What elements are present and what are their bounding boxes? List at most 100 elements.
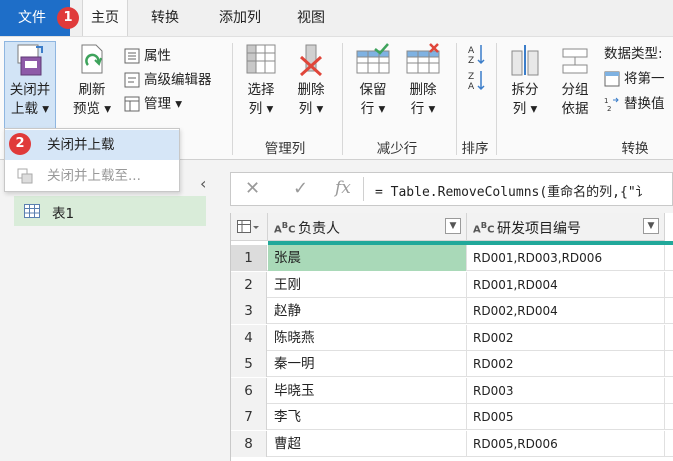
keep-rows-button[interactable]: 保留 行 ▾	[350, 43, 396, 119]
refresh-label-2: 预览 ▾	[72, 101, 112, 117]
group-label-sort: 排序	[461, 141, 489, 157]
row-number[interactable]: 2	[231, 271, 267, 298]
commit-formula-icon[interactable]: ✓	[293, 178, 308, 199]
manage-button[interactable]: 管理 ▾	[124, 93, 182, 115]
collapse-pane-icon[interactable]: ‹	[200, 174, 206, 193]
replace-values-label: 替换值	[624, 96, 665, 112]
text-type-icon: ABC	[274, 220, 296, 236]
menu-close-load-label: 关闭并上载	[47, 137, 115, 153]
cell-owner[interactable]: 王刚	[268, 271, 467, 298]
cell-project-code[interactable]: RD001,RD003,RD006	[467, 245, 665, 271]
column-header-owner[interactable]: ABC 负责人 ▼	[268, 213, 467, 241]
group-by-icon	[562, 48, 588, 74]
cell-owner[interactable]: 张晨	[268, 245, 467, 271]
cell-owner[interactable]: 李飞	[268, 404, 467, 430]
table-row[interactable]: 5 秦一明 RD002	[231, 351, 673, 377]
svg-text:A: A	[468, 82, 475, 91]
use-first-row-button[interactable]: 将第一	[604, 68, 665, 90]
data-type-dropdown[interactable]: 数据类型:	[604, 43, 663, 65]
table-row[interactable]: 4 陈晓燕 RD002	[231, 324, 673, 351]
table-menu-icon	[237, 220, 259, 233]
row-number[interactable]: 3	[231, 298, 267, 324]
tab-add-column[interactable]: 添加列	[208, 0, 272, 36]
split-column-icon	[511, 45, 539, 76]
table-row[interactable]: 6 毕晓玉 RD003	[231, 377, 673, 404]
table-row[interactable]: 3 赵静 RD002,RD004	[231, 298, 673, 324]
table-row[interactable]: 7 李飞 RD005	[231, 404, 673, 430]
cell-owner[interactable]: 赵静	[268, 298, 467, 324]
filter-dropdown-icon[interactable]: ▼	[445, 218, 461, 234]
tab-view[interactable]: 视图	[288, 0, 334, 36]
column-header-project-code[interactable]: ABC 研发项目编号 ▼	[467, 213, 665, 241]
remove-columns-button[interactable]: 删除 列 ▾	[288, 43, 334, 119]
remove-columns-icon	[299, 44, 323, 77]
cell-project-code[interactable]: RD005	[467, 404, 665, 430]
cell-project-code[interactable]: RD002,RD004	[467, 298, 665, 324]
sort-buttons[interactable]: A Z Z A	[464, 43, 490, 91]
formula-input[interactable]: = Table.RemoveColumns(重命名的列,{"讠	[375, 181, 649, 200]
advanced-editor-label: 高级编辑器	[144, 72, 212, 88]
cancel-formula-icon[interactable]: ✕	[245, 178, 260, 199]
remove-rows-icon	[406, 43, 440, 74]
svg-text:A: A	[468, 46, 475, 56]
close-load-label-1: 关闭并	[9, 82, 51, 98]
column-header-project-code-label: 研发项目编号	[497, 221, 581, 237]
replace-values-button[interactable]: 1 2 替换值	[604, 93, 665, 115]
choose-columns-button[interactable]: 选择 列 ▾	[238, 43, 284, 119]
cell-owner[interactable]: 秦一明	[268, 351, 467, 377]
ribbon-separator	[232, 43, 233, 155]
table-row[interactable]: 8 曹超 RD005,RD006	[231, 430, 673, 457]
query-item-table1[interactable]: 表1	[14, 196, 206, 226]
text-type-icon: ABC	[473, 220, 495, 236]
row-number[interactable]: 1	[231, 245, 267, 271]
ribbon-tab-bar: 文件 1 主页 转换 添加列 视图	[0, 0, 673, 36]
first-row-icon	[604, 71, 620, 87]
table-row[interactable]: 2 王刚 RD001,RD004	[231, 271, 673, 298]
queries-pane: ‹ 表1	[0, 160, 222, 461]
close-and-load-menu: 关闭并上载 2 关闭并上载至...	[4, 128, 180, 192]
choose-columns-icon	[246, 44, 276, 74]
row-number[interactable]: 8	[231, 430, 267, 457]
filter-dropdown-icon[interactable]: ▼	[643, 218, 659, 234]
remove-rows-label-1: 删除	[409, 82, 437, 98]
split-column-button[interactable]: 拆分 列 ▾	[502, 43, 548, 119]
properties-icon	[124, 48, 140, 64]
group-by-button[interactable]: 分组 依据	[552, 43, 598, 119]
remove-rows-button[interactable]: 删除 行 ▾	[400, 43, 446, 119]
row-number[interactable]: 7	[231, 404, 267, 430]
refresh-label-1: 刷新	[78, 82, 106, 98]
cell-project-code[interactable]: RD003	[467, 377, 665, 404]
cell-owner[interactable]: 毕晓玉	[268, 377, 467, 404]
row-number[interactable]: 5	[231, 351, 267, 377]
sort-descending-icon: Z A	[468, 71, 485, 91]
group-label-reduce-rows: 减少行	[376, 141, 418, 157]
group-label-transform: 转换	[621, 141, 649, 157]
cell-project-code[interactable]: RD002	[467, 324, 665, 351]
cell-owner[interactable]: 陈晓燕	[268, 324, 467, 351]
menu-item-close-and-load[interactable]: 关闭并上载	[5, 130, 179, 160]
svg-text:Z: Z	[468, 56, 474, 65]
menu-item-close-and-load-to[interactable]: 关闭并上载至...	[5, 161, 179, 191]
table-row[interactable]: 1 张晨 RD001,RD003,RD006	[231, 245, 673, 271]
replace-values-icon: 12	[604, 97, 619, 112]
row-number[interactable]: 4	[231, 324, 267, 351]
advanced-editor-icon	[124, 72, 140, 88]
refresh-preview-button[interactable]: 刷新 预览 ▾	[66, 43, 118, 119]
refresh-icon	[81, 44, 103, 74]
tab-transform[interactable]: 转换	[140, 0, 190, 36]
cell-owner[interactable]: 曹超	[268, 430, 467, 457]
advanced-editor-button[interactable]: 高级编辑器	[124, 69, 212, 91]
cell-project-code[interactable]: RD002	[467, 351, 665, 377]
cell-project-code[interactable]: RD005,RD006	[467, 430, 665, 457]
remove-rows-label-2: 行 ▾	[410, 101, 436, 117]
sort-ascending-icon: A Z	[468, 45, 485, 65]
tab-home[interactable]: 主页	[82, 0, 128, 36]
row-number[interactable]: 6	[231, 377, 267, 404]
cell-project-code[interactable]: RD001,RD004	[467, 271, 665, 298]
menu-close-load-to-label: 关闭并上载至...	[47, 168, 141, 184]
data-type-label: 数据类型:	[604, 46, 663, 62]
fx-icon[interactable]: fx	[335, 178, 351, 198]
properties-button[interactable]: 属性	[124, 45, 171, 67]
table-menu-header[interactable]	[231, 213, 268, 241]
group-by-label-2: 依据	[561, 101, 589, 117]
